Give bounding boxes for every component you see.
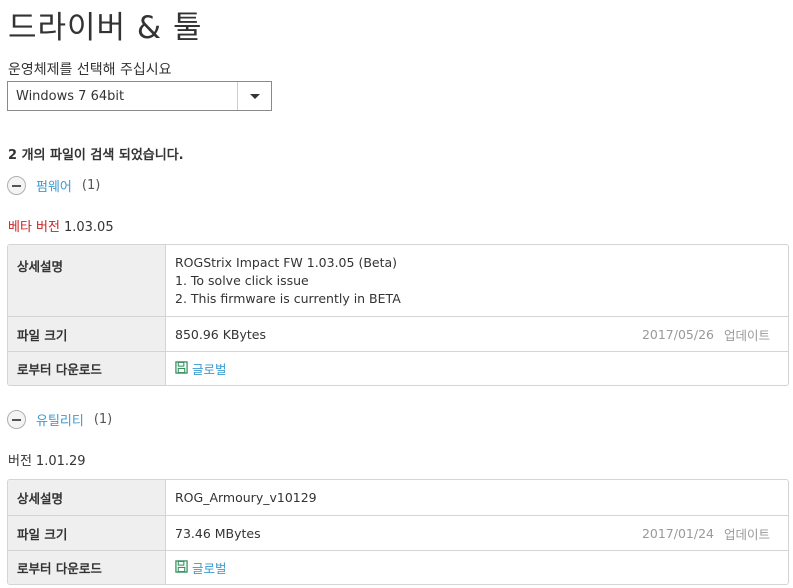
description-line: ROGStrix Impact FW 1.03.05 (Beta) — [175, 254, 398, 270]
info-row-description: 상세설명 ROG_Armoury_v10129 — [8, 480, 788, 515]
page-title: 드라이버 & 툴 — [8, 10, 203, 46]
size-value-cell: 73.46 MBytes 2017/01/24 업데이트 — [166, 516, 788, 550]
download-link-global[interactable]: 글로벌 — [175, 359, 227, 378]
file-info-table: 상세설명 ROGStrix Impact FW 1.03.05 (Beta) 1… — [7, 244, 789, 386]
description-line: 1. To solve click issue — [175, 272, 309, 288]
version-tag: 버전 — [8, 454, 32, 469]
section-header-utility[interactable]: 유틸리티 (1) — [7, 410, 112, 429]
version-number: 1.01.29 — [35, 454, 86, 469]
info-label: 상세설명 — [8, 480, 166, 515]
info-row-size: 파일 크기 73.46 MBytes 2017/01/24 업데이트 — [8, 515, 788, 550]
description-value: ROG_Armoury_v10129 — [166, 480, 788, 515]
section-name[interactable]: 펌웨어 — [36, 176, 72, 195]
version-line: 버전 1.01.29 — [8, 450, 86, 469]
file-size: 73.46 MBytes — [175, 525, 261, 541]
info-label: 파일 크기 — [8, 317, 166, 351]
floppy-save-icon — [175, 360, 188, 374]
os-select-toggle[interactable] — [237, 82, 271, 110]
version-line: 베타 버전 1.03.05 — [8, 216, 114, 235]
description-line: 2. This firmware is currently in BETA — [175, 290, 401, 306]
download-link-label[interactable]: 글로벌 — [192, 359, 227, 378]
update-label: 업데이트 — [723, 526, 770, 542]
section-name[interactable]: 유틸리티 — [36, 410, 84, 429]
collapse-minus-icon[interactable] — [7, 410, 26, 429]
section-count: (1) — [93, 412, 113, 427]
os-select-value: Windows 7 64bit — [16, 88, 125, 104]
info-label: 상세설명 — [8, 245, 166, 316]
info-label: 파일 크기 — [8, 516, 166, 550]
os-select-label: 운영체제를 선택해 주십시요 — [8, 62, 172, 78]
chevron-down-icon — [249, 93, 260, 99]
size-value-cell: 850.96 KBytes 2017/05/26 업데이트 — [166, 317, 788, 351]
result-count: 2 개의 파일이 검색 되었습니다. — [8, 148, 184, 163]
download-link-label[interactable]: 글로벌 — [192, 558, 227, 577]
update-label: 업데이트 — [723, 327, 770, 343]
info-row-description: 상세설명 ROGStrix Impact FW 1.03.05 (Beta) 1… — [8, 245, 788, 316]
floppy-save-icon — [175, 559, 188, 573]
info-row-download: 로부터 다운로드 글로벌 — [8, 351, 788, 385]
info-label: 로부터 다운로드 — [8, 551, 166, 584]
info-label: 로부터 다운로드 — [8, 352, 166, 385]
info-row-size: 파일 크기 850.96 KBytes 2017/05/26 업데이트 — [8, 316, 788, 351]
file-size: 850.96 KBytes — [175, 326, 266, 342]
download-cell: 글로벌 — [166, 352, 788, 385]
description-line: ROG_Armoury_v10129 — [175, 490, 317, 505]
version-number: 1.03.05 — [63, 220, 114, 235]
update-date: 2017/05/26 — [641, 326, 714, 342]
update-date: 2017/01/24 — [641, 525, 714, 541]
download-link-global[interactable]: 글로벌 — [175, 558, 227, 577]
section-count: (1) — [81, 178, 101, 193]
download-cell: 글로벌 — [166, 551, 788, 584]
beta-version-tag: 베타 버전 — [8, 220, 60, 235]
os-select[interactable]: Windows 7 64bit — [7, 81, 272, 111]
section-header-firmware[interactable]: 펌웨어 (1) — [7, 176, 100, 195]
file-info-table: 상세설명 ROG_Armoury_v10129 파일 크기 73.46 MByt… — [7, 479, 789, 585]
collapse-minus-icon[interactable] — [7, 176, 26, 195]
info-row-download: 로부터 다운로드 글로벌 — [8, 550, 788, 584]
description-value: ROGStrix Impact FW 1.03.05 (Beta) 1. To … — [166, 245, 788, 316]
